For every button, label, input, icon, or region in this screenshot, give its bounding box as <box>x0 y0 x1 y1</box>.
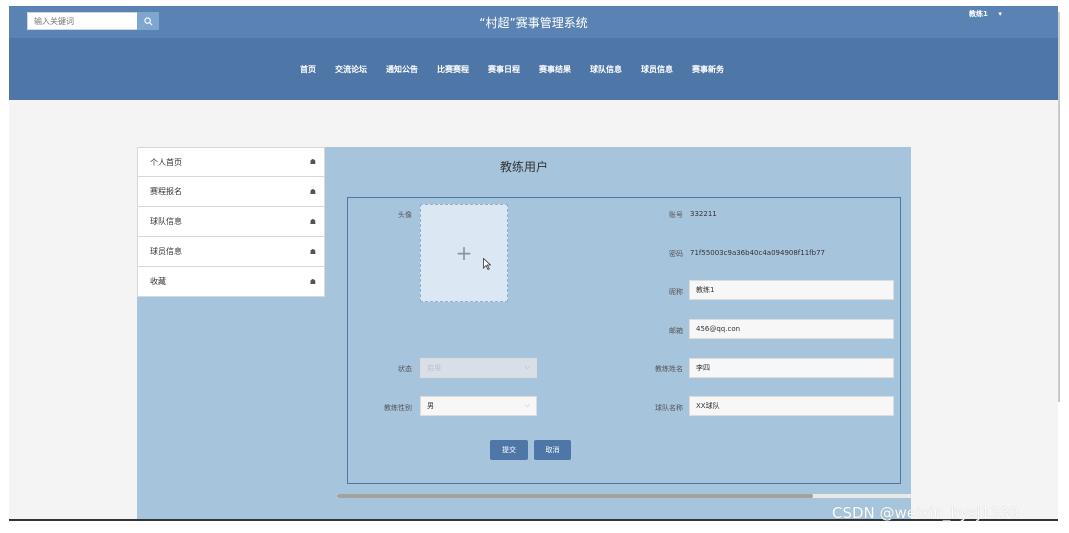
nickname-value: 教练1 <box>696 286 715 294</box>
gender-select[interactable]: 男 ⌵ <box>420 396 537 416</box>
email-value: 456@qq.con <box>696 325 741 333</box>
sidebar-item-label: 球员信息 <box>150 247 182 256</box>
nav-item-calendar[interactable]: 赛事日程 <box>488 64 520 75</box>
sidebar-item-favorites[interactable]: 收藏 ☗ <box>137 267 325 297</box>
avatar-upload[interactable]: + <box>420 204 508 302</box>
coach-name-value: 李四 <box>696 364 710 372</box>
coach-name-field[interactable]: 李四 <box>689 358 894 378</box>
nav-item-notice[interactable]: 通知公告 <box>386 64 418 75</box>
nav-item-schedule[interactable]: 比赛赛程 <box>437 64 469 75</box>
nickname-label: 昵称 <box>669 288 683 296</box>
home-icon: ☗ <box>309 277 316 286</box>
home-icon: ☗ <box>309 187 316 196</box>
home-icon: ☗ <box>309 217 316 226</box>
team-name-field[interactable]: XX球队 <box>689 396 894 416</box>
sidebar-item-registration[interactable]: 赛程报名 ☗ <box>137 177 325 207</box>
email-field[interactable]: 456@qq.con <box>689 319 894 339</box>
plus-icon: + <box>455 241 473 265</box>
avatar-label: 头像 <box>398 211 412 219</box>
sidebar-item-label: 收藏 <box>150 277 166 286</box>
nav-item-players[interactable]: 球员信息 <box>641 64 673 75</box>
nav-item-results[interactable]: 赛事结果 <box>539 64 571 75</box>
password-value: 71f55003c9a36b40c4a094908f11fb77 <box>690 249 825 257</box>
account-label: 账号 <box>669 211 683 219</box>
gender-value: 男 <box>427 402 434 410</box>
nickname-field[interactable]: 教练1 <box>689 280 894 300</box>
password-label: 密码 <box>669 250 683 258</box>
page-title: 教练用户 <box>499 160 548 174</box>
sidebar-item-label: 赛程报名 <box>150 187 182 196</box>
nav-item-home[interactable]: 首页 <box>300 64 316 75</box>
gender-label: 教练性别 <box>384 404 412 412</box>
cancel-button[interactable]: 取消 <box>534 440 571 460</box>
sidebar-item-teams[interactable]: 球队信息 ☗ <box>137 207 325 237</box>
status-value: 启用 <box>427 364 441 372</box>
chevron-down-icon: ▾ <box>998 10 1002 18</box>
nav-item-teams[interactable]: 球队信息 <box>590 64 622 75</box>
user-menu[interactable]: 教练1 ▾ <box>969 9 1002 19</box>
nav-item-affairs[interactable]: 赛事新务 <box>692 64 724 75</box>
user-name: 教练1 <box>969 10 988 18</box>
page: “村超”赛事管理系统 教练1 ▾ 首页 交流论坛 通知公告 比赛赛程 赛事日程 … <box>0 0 1069 533</box>
team-name-value: XX球队 <box>696 402 720 410</box>
status-label: 状态 <box>398 365 412 373</box>
home-icon: ☗ <box>309 247 316 256</box>
mouse-pointer-icon <box>483 258 491 270</box>
sidebar-item-label: 球队信息 <box>150 217 182 226</box>
sidebar-item-players[interactable]: 球员信息 ☗ <box>137 237 325 267</box>
account-value: 332211 <box>690 210 717 218</box>
site-title: “村超”赛事管理系统 <box>479 16 588 30</box>
nav-item-forum[interactable]: 交流论坛 <box>335 64 367 75</box>
status-select: 启用 ⌵ <box>420 358 537 378</box>
horizontal-scrollbar[interactable] <box>337 494 813 498</box>
chevron-down-icon: ⌵ <box>524 363 530 371</box>
main-nav: 首页 交流论坛 通知公告 比赛赛程 赛事日程 赛事结果 球队信息 球员信息 赛事… <box>300 64 743 75</box>
watermark: CSDN @weixin_bysj1330 <box>832 504 1019 522</box>
email-label: 邮箱 <box>669 327 683 335</box>
top-header: “村超”赛事管理系统 教练1 ▾ 首页 交流论坛 通知公告 比赛赛程 赛事日程 … <box>9 6 1058 100</box>
submit-button[interactable]: 提交 <box>490 440 528 460</box>
chevron-down-icon: ⌵ <box>524 401 530 409</box>
team-name-label: 球队名称 <box>655 404 683 412</box>
vertical-scrollbar[interactable] <box>1058 12 1060 402</box>
coach-name-label: 教练姓名 <box>655 365 683 373</box>
